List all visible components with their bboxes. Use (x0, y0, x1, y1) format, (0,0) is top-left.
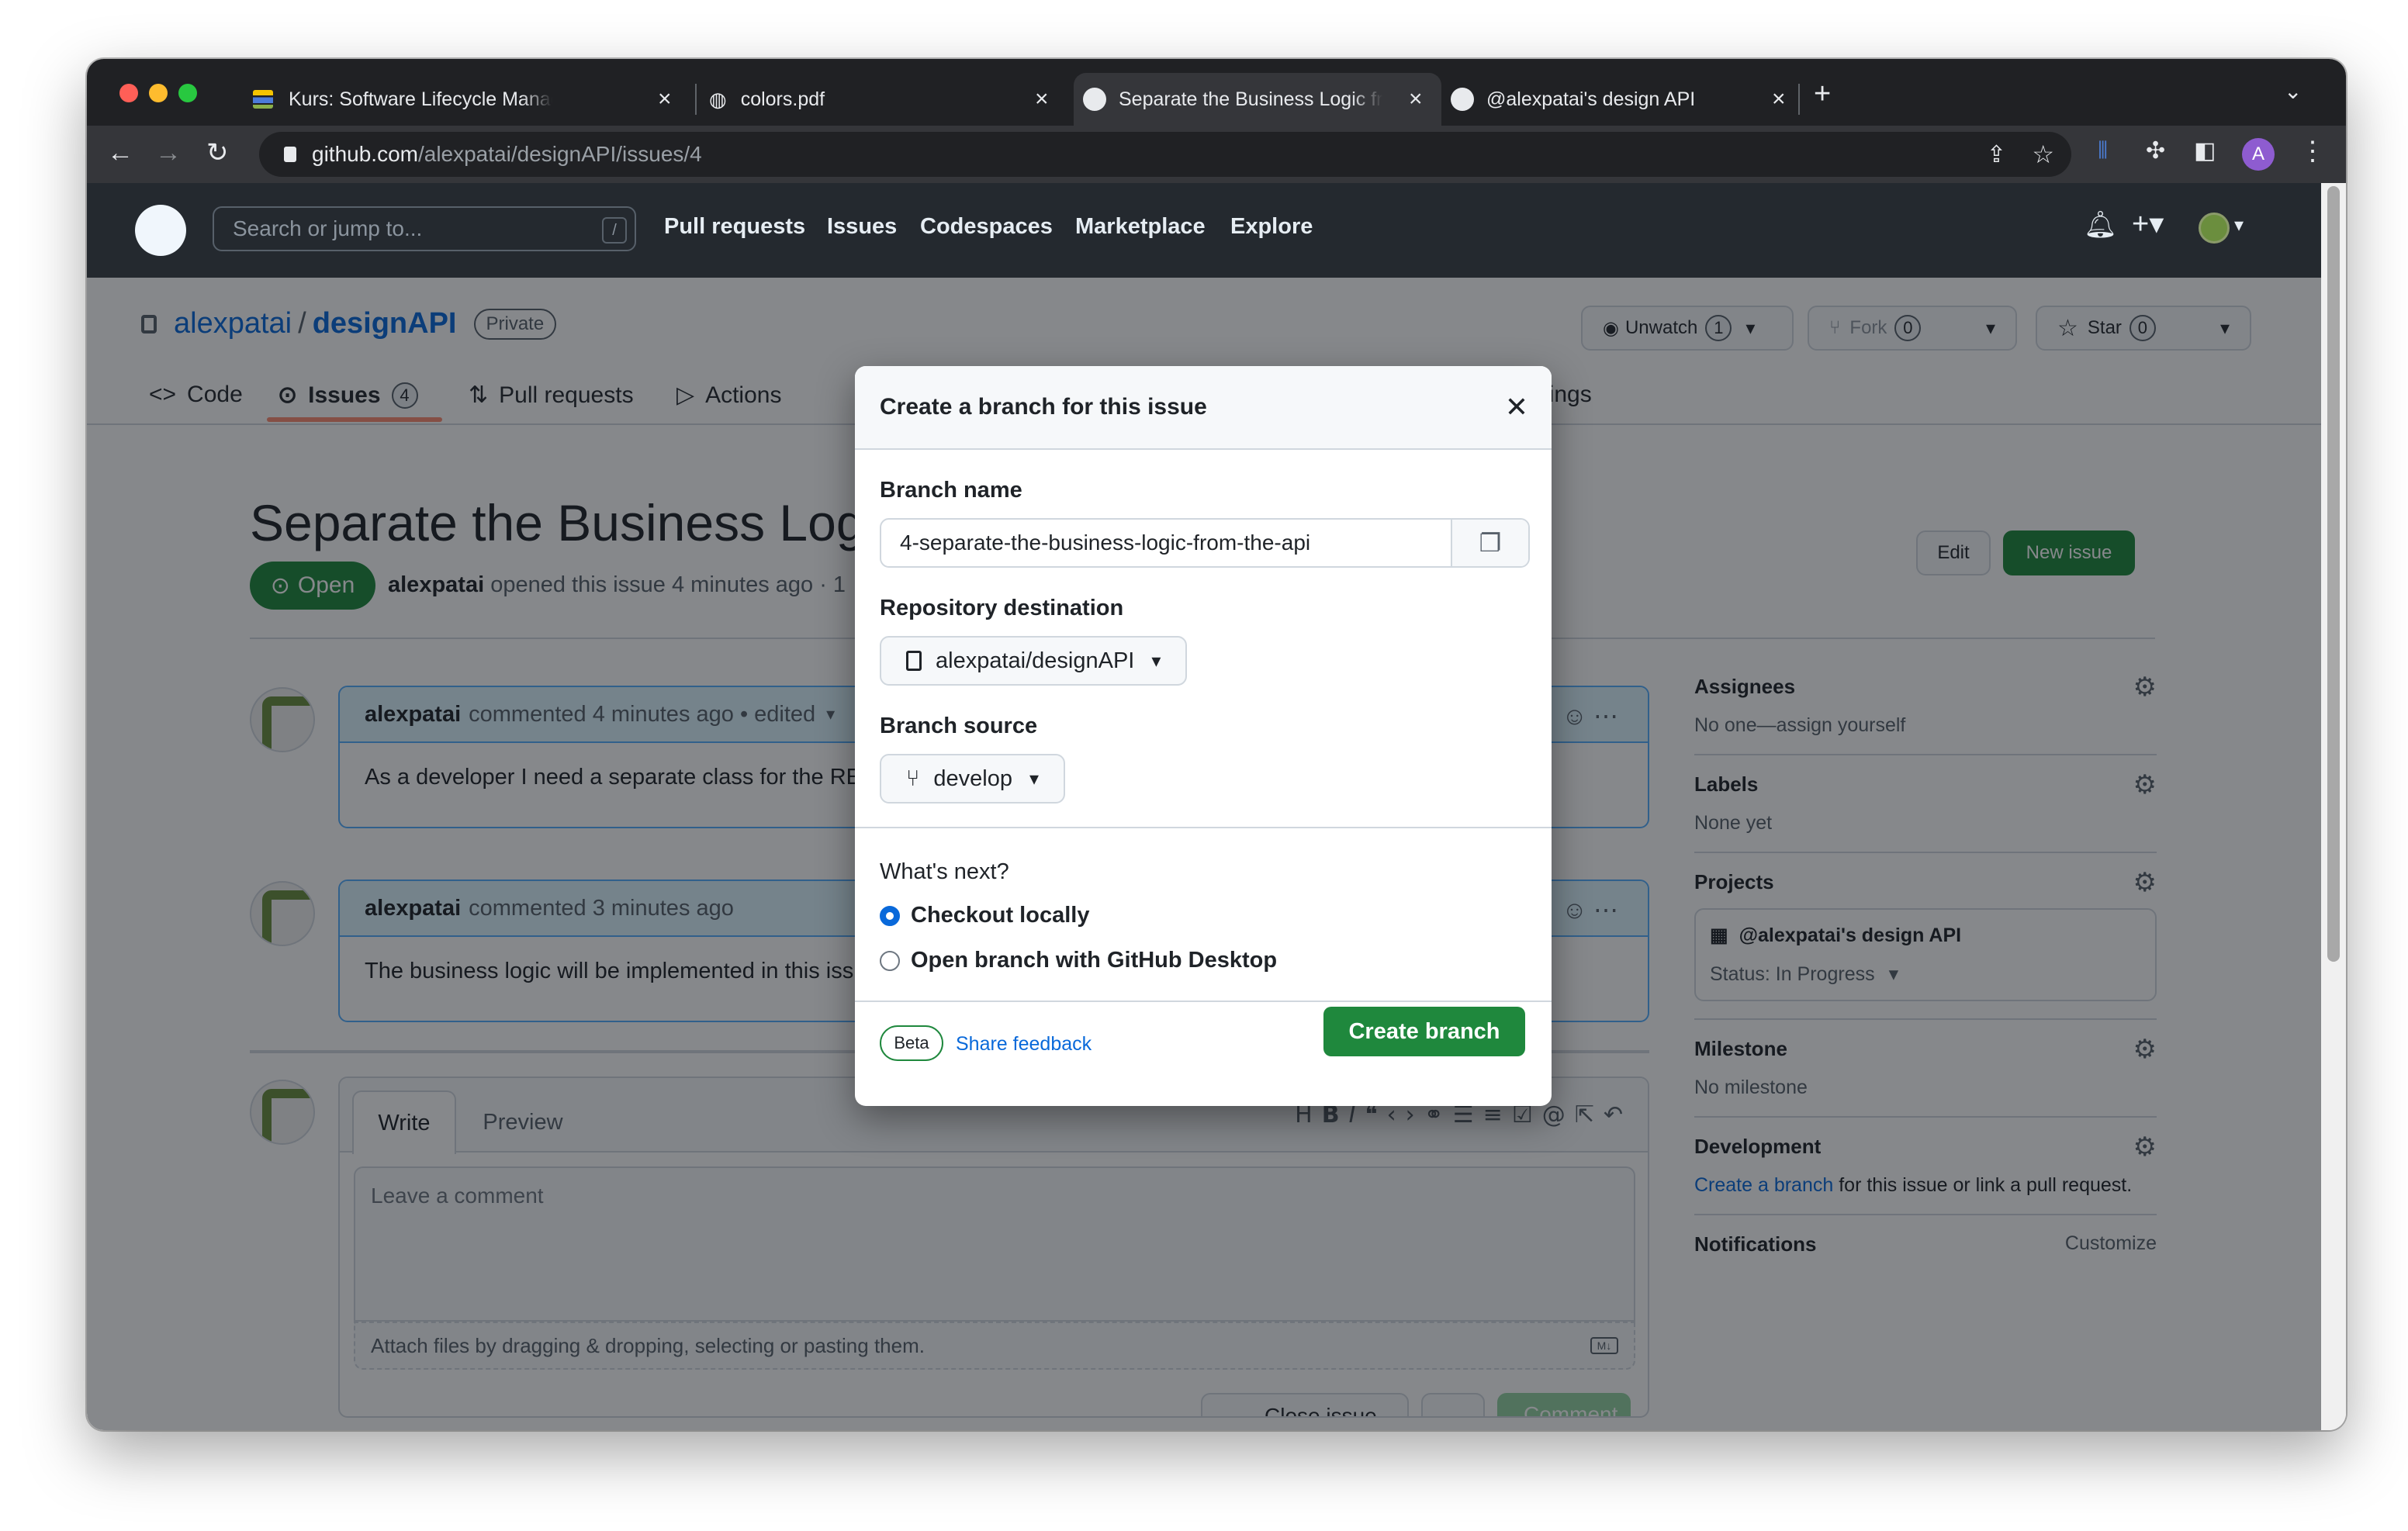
nav-issues[interactable]: Issues (827, 214, 897, 240)
close-tab-icon[interactable]: × (1035, 86, 1049, 112)
tab-title: colors.pdf (741, 88, 974, 111)
url-host: github.com (312, 142, 418, 166)
branch-name-value: 4-separate-the-business-logic-from-the-a… (900, 530, 1311, 555)
dialog-title: Create a branch for this issue (880, 394, 1207, 420)
repo-icon (906, 651, 922, 671)
back-icon[interactable]: ← (107, 140, 133, 166)
stack-icon (253, 90, 273, 109)
browser-window: Kurs: Software Lifecycle Manag × ◍ color… (87, 59, 2346, 1430)
dialog-divider (855, 827, 1552, 828)
page-scrollbar[interactable] (2321, 183, 2346, 1430)
create-new-plus-icon[interactable]: +▾ (2132, 206, 2164, 241)
extension-bars-icon[interactable]: ⦀ (2098, 140, 2108, 163)
caret-down-icon: ▾ (1029, 768, 1040, 790)
create-branch-button[interactable]: Create branch (1323, 1007, 1525, 1056)
close-window-button[interactable] (119, 84, 138, 102)
repo-destination-value: alexpatai/designAPI (936, 648, 1135, 673)
close-tab-icon[interactable]: × (1409, 86, 1423, 112)
search-input[interactable]: Search or jump to... / (213, 206, 636, 251)
copy-icon[interactable]: ❐ (1451, 520, 1528, 566)
close-tab-icon[interactable]: × (658, 86, 672, 112)
branch-name-label: Branch name (880, 478, 1022, 503)
create-branch-dialog: Create a branch for this issue ✕ Branch … (855, 366, 1552, 1106)
checkout-locally-radio[interactable] (880, 906, 900, 926)
user-avatar[interactable] (2199, 213, 2230, 244)
github-desktop-radio[interactable] (880, 951, 900, 971)
branch-source-select[interactable]: ⑂ develop ▾ (880, 754, 1066, 804)
tab-title: Separate the Business Logic fro (1119, 88, 1382, 111)
tab-search-chevron-icon[interactable]: ⌄ (2284, 81, 2302, 102)
github-icon (1451, 88, 1474, 111)
repo-destination-select[interactable]: alexpatai/designAPI ▾ (880, 636, 1188, 686)
dialog-header: Create a branch for this issue ✕ (855, 366, 1552, 450)
slash-key-hint: / (602, 217, 627, 244)
tab-design-api[interactable]: @alexpatai's design API × (1446, 73, 1803, 126)
nav-pull-requests[interactable]: Pull requests (664, 214, 805, 240)
bookmark-star-icon[interactable]: ☆ (2032, 140, 2054, 169)
branch-source-value: develop (933, 766, 1012, 791)
tab-strip: Kurs: Software Lifecycle Manag × ◍ color… (87, 59, 2346, 126)
github-header: Search or jump to... / Pull requests Iss… (87, 183, 2321, 278)
browser-menu-icon[interactable]: ⋮ (2299, 138, 2326, 164)
repo-destination-label: Repository destination (880, 596, 1124, 620)
address-bar[interactable]: github.com/alexpatai/designAPI/issues/4 … (259, 132, 2071, 177)
branch-name-input[interactable]: 4-separate-the-business-logic-from-the-a… (880, 518, 1530, 568)
tab-title: @alexpatai's design API (1486, 88, 1742, 111)
nav-explore[interactable]: Explore (1230, 214, 1313, 240)
web-content: Search or jump to... / Pull requests Iss… (87, 183, 2346, 1430)
zoom-window-button[interactable] (178, 84, 197, 102)
close-icon[interactable]: ✕ (1505, 391, 1528, 423)
new-tab-icon[interactable]: + (1814, 79, 1831, 109)
tab-kurs[interactable]: Kurs: Software Lifecycle Manag × (242, 73, 692, 126)
tab-colors-pdf[interactable]: ◍ colors.pdf × (700, 73, 1072, 126)
branch-source-label: Branch source (880, 714, 1038, 738)
browser-toolbar: ← → ↻ github.com/alexpatai/designAPI/iss… (87, 126, 2346, 183)
side-panel-icon[interactable]: ◧ (2194, 140, 2216, 163)
user-menu-caret-icon[interactable]: ▾ (2234, 214, 2244, 237)
beta-badge: Beta (880, 1025, 943, 1061)
caret-down-icon: ▾ (1151, 650, 1161, 672)
close-tab-icon[interactable]: × (1772, 86, 1786, 112)
github-desktop-label[interactable]: Open branch with GitHub Desktop (911, 948, 1277, 973)
notifications-bell-icon[interactable]: 🔔︎ (2084, 209, 2117, 240)
github-logo-icon[interactable] (135, 205, 186, 256)
share-feedback-link[interactable]: Share feedback (956, 1033, 1092, 1056)
globe-icon: ◍ (709, 87, 727, 111)
nav-codespaces[interactable]: Codespaces (920, 214, 1053, 240)
extensions-puzzle-icon[interactable]: ✣ (2146, 140, 2165, 163)
dialog-divider (855, 1001, 1552, 1002)
minimize-window-button[interactable] (149, 84, 168, 102)
checkout-locally-label[interactable]: Checkout locally (911, 903, 1089, 928)
url-path: /alexpatai/designAPI/issues/4 (417, 142, 702, 166)
tab-issue-active[interactable]: Separate the Business Logic fro × (1074, 73, 1441, 126)
forward-icon[interactable]: → (155, 140, 182, 166)
profile-avatar[interactable]: A (2242, 138, 2275, 171)
search-placeholder: Search or jump to... (233, 216, 423, 240)
git-branch-icon: ⑂ (906, 766, 920, 791)
github-icon (1083, 88, 1106, 111)
reload-icon[interactable]: ↻ (206, 140, 229, 166)
scrollbar-thumb[interactable] (2327, 186, 2340, 962)
nav-marketplace[interactable]: Marketplace (1075, 214, 1206, 240)
share-icon[interactable]: ⇪ (1987, 141, 2006, 168)
tab-title: Kurs: Software Lifecycle Manag (289, 88, 552, 111)
whats-next-label: What's next? (880, 859, 1009, 884)
lock-icon (284, 147, 296, 162)
